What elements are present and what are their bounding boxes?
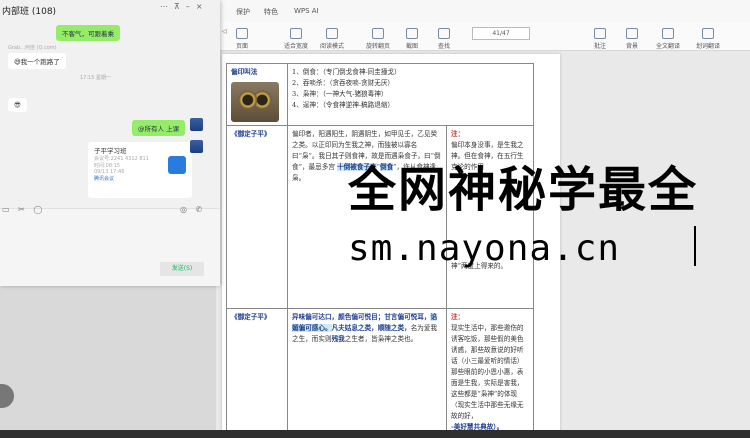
search-icon <box>438 28 450 39</box>
scroll-handle[interactable] <box>0 384 14 408</box>
table-cell-label: 《御定子平》 <box>226 308 288 437</box>
more-icon[interactable]: ⋯ <box>160 2 174 11</box>
menu-protect[interactable]: 保护 <box>236 7 250 17</box>
document-menubar: 保护 特色 WPS AI <box>216 0 750 23</box>
message-bubble-other[interactable]: 😅我一个跑路了 <box>8 53 66 69</box>
document-toolbar: ◁ 页面 41/47 适合宽度 阅读模式 旋转翻页 截图 查找 批注 背景 全文… <box>216 22 750 51</box>
translate-icon <box>662 28 674 39</box>
send-button[interactable]: 发送(S) <box>160 262 204 276</box>
meeting-logo-icon <box>168 156 186 174</box>
book-icon <box>326 28 338 39</box>
prev-page-button[interactable]: ◁ <box>222 28 227 35</box>
window-controls[interactable]: ⋯⊼–× <box>160 2 209 11</box>
laugh-emoji-icon: 😅 <box>14 58 21 66</box>
text-cursor <box>694 226 696 266</box>
avatar[interactable] <box>190 118 203 131</box>
minimize-icon[interactable]: – <box>186 2 196 11</box>
smile-emoji-icon: 😎 <box>14 101 21 109</box>
table-row: 偏印叫法 1、倒食：（专门倒戈食神-同圭撞戈） 2、吞啖杀：（贪吞夜啖-贪财无厌… <box>226 63 534 126</box>
taskbar <box>0 430 750 438</box>
page-view-button[interactable]: 页面 <box>236 28 248 50</box>
menu-wps-ai[interactable]: WPS AI <box>294 7 319 15</box>
rotate-button[interactable]: 旋转翻页 <box>366 28 390 50</box>
table-row: 《御定子平》 异味偏可达口，颜色偏可悦目；甘言偏可悦耳，谄媚偏可感心。凡夫姑息之… <box>226 308 534 437</box>
screenshot-button[interactable]: 截图 <box>406 28 418 50</box>
chat-call-tools: ◎ ✆ <box>180 205 202 214</box>
table-cell-label: 《御定子平》 <box>226 125 288 309</box>
chat-tools: ▭ ✂ ◯ <box>2 205 42 214</box>
emoji-message[interactable]: 😎 <box>8 98 27 112</box>
translate-full-button[interactable]: 全文翻译 <box>656 28 680 50</box>
background-icon <box>626 28 638 39</box>
folder-icon[interactable]: ▭ <box>2 205 10 214</box>
read-mode-button[interactable]: 阅读模式 <box>320 28 344 50</box>
scissors-icon <box>406 28 418 39</box>
table-cell-list: 1、倒食：（专门倒戈食神-同圭撞戈） 2、吞啖杀：（贪吞夜啖-贪财无厌） 3、枭… <box>287 63 534 126</box>
message-bubble-self[interactable]: 不客气，可跟着乘 <box>56 25 120 41</box>
translate-select-icon <box>702 28 714 39</box>
meeting-card[interactable]: 子平学习班 会议号:2241 4312 811 时间:08:15 09/13 1… <box>88 142 192 198</box>
table-cell-body: 异味偏可达口，颜色偏可悦目；甘言偏可悦耳，谄媚偏可感心。凡夫姑息之类，顺随之类，… <box>287 308 447 437</box>
avatar[interactable] <box>190 140 203 153</box>
message-bubble-self[interactable]: @所有人 上课 <box>132 120 186 136</box>
scissors-icon[interactable]: ✂ <box>18 205 25 214</box>
page-indicator-input[interactable]: 41/47 <box>472 27 530 40</box>
menu-features[interactable]: 特色 <box>264 7 278 17</box>
fit-width-icon <box>290 28 302 39</box>
rotate-icon <box>372 28 384 39</box>
phone-icon[interactable]: ✆ <box>196 205 203 214</box>
table-cell-note: 注： 现实生活中，那些邀伤的诱客吃饭，那些假的美色诱惑，那些故意说的好听话（小三… <box>446 308 534 437</box>
owl-image <box>231 82 279 122</box>
watermark-title: 全网神秘学最全 <box>348 162 699 218</box>
chat-bubble-icon[interactable]: ◯ <box>33 205 42 214</box>
close-icon[interactable]: × <box>196 2 209 11</box>
table-cell-label: 偏印叫法 <box>226 63 288 126</box>
background-button[interactable]: 背景 <box>626 28 638 50</box>
search-button[interactable]: 查找 <box>438 28 450 50</box>
chat-title: 内部班 (108) <box>2 7 57 17</box>
fit-width-button[interactable]: 适合宽度 <box>284 28 308 50</box>
translate-selection-button[interactable]: 划词翻译 <box>696 28 720 50</box>
watermark-url: sm.nayona.cn <box>348 228 621 269</box>
annotate-button[interactable]: 批注 <box>594 28 606 50</box>
pin-icon[interactable]: ⊼ <box>174 2 186 11</box>
page-icon <box>236 28 248 39</box>
message-time: 17:15 星期一 <box>80 75 111 81</box>
pen-icon <box>594 28 606 39</box>
message-sender: Grab...何佳 (Q.com) <box>8 45 57 51</box>
voice-icon[interactable]: ◎ <box>180 205 187 214</box>
